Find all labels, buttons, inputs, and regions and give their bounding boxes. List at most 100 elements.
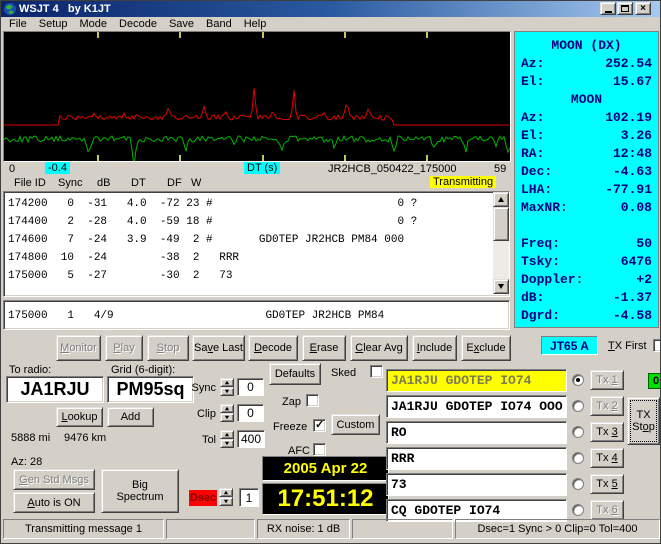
maximize-button[interactable] <box>617 2 633 15</box>
vertical-scrollbar[interactable] <box>493 192 509 294</box>
menu-setup[interactable]: Setup <box>39 18 68 31</box>
tick-marks-top <box>97 32 428 38</box>
tol-spin-down[interactable] <box>220 439 234 448</box>
menu-band[interactable]: Band <box>206 18 232 31</box>
to-radio-input[interactable]: JA1RJU <box>6 376 104 403</box>
astro-data-panel: MOON (DX) Az: 252.54 El: 15.67 MOON Az: 102… <box>514 31 659 328</box>
dt-axis-label: DT (s) <box>244 162 281 174</box>
astro-row: Az: 102.19 <box>521 110 652 125</box>
custom-button[interactable]: Custom <box>331 414 380 435</box>
spin-up-icon <box>224 432 230 437</box>
menu-help[interactable]: Help <box>244 18 267 31</box>
tx5-button[interactable]: Tx 5 <box>590 474 624 494</box>
tx5-radio[interactable] <box>572 478 584 490</box>
grid-input[interactable]: PM95sq <box>107 376 194 403</box>
green-signal-trace <box>3 134 511 167</box>
clip-spinner[interactable] <box>220 404 234 422</box>
spin-down-icon <box>224 441 230 446</box>
dsec-spinner[interactable] <box>219 488 233 506</box>
auto-button[interactable]: Auto is ON <box>13 492 95 513</box>
tx6-radio[interactable] <box>572 504 584 516</box>
clear-avg-button[interactable]: Clear Avg <box>350 335 408 361</box>
app-globe-icon <box>4 3 16 15</box>
zap-checkbox[interactable] <box>306 394 319 407</box>
scrollbar-thumb[interactable] <box>493 207 509 241</box>
tx2-radio[interactable] <box>572 400 584 412</box>
gen-std-msgs-button[interactable]: Gen Std Msgs <box>13 469 95 490</box>
astro-row: Freq: 50 <box>521 236 652 251</box>
minimize-button[interactable] <box>600 2 616 15</box>
play-button[interactable]: Play <box>105 335 143 361</box>
dsec-spin-down[interactable] <box>219 497 233 506</box>
freeze-checkbox[interactable] <box>313 418 326 432</box>
big-spectrum-button[interactable]: Big Spectrum <box>101 469 179 513</box>
date-display: 2005 Apr 22 <box>262 456 389 481</box>
tx6-button[interactable]: Tx 6 <box>590 500 624 520</box>
average-text-area[interactable]: 175000 1 4/9 GD0TEP JR2HCB PM84 <box>3 300 510 330</box>
sync-spin-down[interactable] <box>220 387 234 396</box>
tx5-message-field[interactable]: 73 <box>386 473 567 496</box>
sked-checkbox[interactable] <box>370 365 383 378</box>
clip-spin-up[interactable] <box>220 404 234 413</box>
sync-spin-up[interactable] <box>220 378 234 387</box>
clip-spin-down[interactable] <box>220 413 234 422</box>
tol-value[interactable]: 400 <box>237 430 265 448</box>
dsec-value[interactable]: 1 <box>239 488 259 507</box>
menu-file[interactable]: File <box>9 18 27 31</box>
sync-value[interactable]: 0 <box>237 378 264 396</box>
erase-button[interactable]: Erase <box>302 335 346 361</box>
stop-button[interactable]: Stop <box>147 335 189 361</box>
scroll-up-button[interactable] <box>493 192 509 207</box>
axis-left-label: 0 <box>9 163 16 175</box>
tx4-radio[interactable] <box>572 452 584 464</box>
tx1-message-field[interactable]: JA1RJU GDOTEP IO74 <box>386 369 567 392</box>
add-button[interactable]: Add <box>107 407 154 427</box>
moon-title: MOON <box>570 92 603 107</box>
tx3-radio[interactable] <box>572 426 584 438</box>
close-button[interactable]: × <box>635 2 651 15</box>
tol-spin-up[interactable] <box>220 430 234 439</box>
sync-spinner[interactable] <box>220 378 234 396</box>
tol-spinner[interactable] <box>220 430 234 448</box>
menu-save[interactable]: Save <box>169 18 194 31</box>
tx4-message-field[interactable]: RRR <box>386 447 567 470</box>
col-df: DF <box>167 177 182 189</box>
moon-dx-title: MOON (DX) <box>551 38 622 53</box>
tx3-button[interactable]: Tx 3 <box>590 422 624 442</box>
menu-decode[interactable]: Decode <box>119 18 157 31</box>
tx3-message-field[interactable]: RO <box>386 421 567 444</box>
clip-label: Clip <box>197 408 216 420</box>
tx2-message-field[interactable]: JA1RJU GDOTEP IO74 OOO <box>386 395 567 418</box>
title-bar[interactable]: WSJT 4 by K1JT × <box>1 1 660 17</box>
astro-row: MaxNR: 0.08 <box>521 200 652 215</box>
decoded-text-area[interactable]: 174200 0 -31 4.0 -72 23 # 0 ? 174400 2 -… <box>3 191 510 297</box>
decode-button[interactable]: Decode <box>248 335 298 361</box>
monitor-button[interactable]: Monitor <box>56 335 101 361</box>
menu-mode[interactable]: Mode <box>79 18 107 31</box>
scroll-up-icon <box>498 197 504 202</box>
status-rx-noise: RX noise: 1 dB <box>257 519 350 539</box>
time-display: 17:51:12 <box>262 483 389 515</box>
status-params: Dsec=1 Sync > 0 Clip=0 Tol=400 <box>455 519 660 539</box>
scroll-down-button[interactable] <box>493 279 509 294</box>
waveform-display <box>3 32 511 167</box>
close-icon: × <box>640 2 646 14</box>
afc-checkbox[interactable] <box>313 443 326 456</box>
tx-stop-button[interactable]: TX Stop <box>627 397 660 445</box>
tx-first-checkbox[interactable] <box>653 339 660 352</box>
spin-up-icon <box>224 406 230 411</box>
include-button[interactable]: Include <box>412 335 457 361</box>
lookup-button[interactable]: Lookup <box>56 407 103 427</box>
tx2-button[interactable]: Tx 2 <box>590 396 624 416</box>
defaults-button[interactable]: Defaults <box>269 363 321 385</box>
tol-label: Tol <box>201 434 216 446</box>
clip-value[interactable]: 0 <box>237 404 264 422</box>
exclude-button[interactable]: Exclude <box>461 335 511 361</box>
zap-label: Zap <box>282 396 301 408</box>
tx1-button[interactable]: Tx 1 <box>590 370 624 390</box>
tx4-button[interactable]: Tx 4 <box>590 448 624 468</box>
dsec-spin-up[interactable] <box>219 488 233 497</box>
axis-right-label: 59 <box>494 163 507 175</box>
tx1-radio[interactable] <box>572 374 584 386</box>
save-last-button[interactable]: Save Last <box>192 335 245 361</box>
